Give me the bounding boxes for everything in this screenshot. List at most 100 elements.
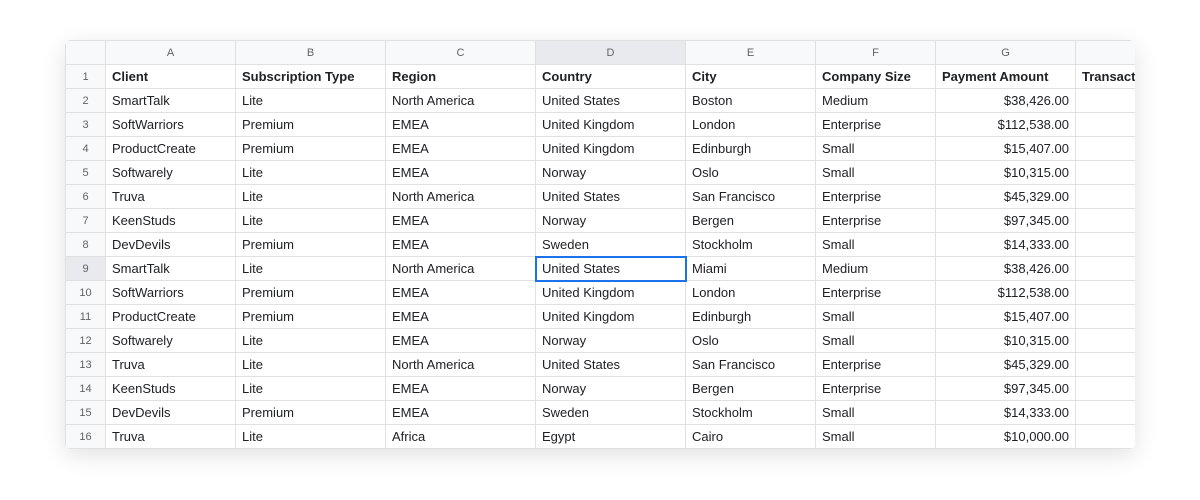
cell[interactable]: $97,345.00 (936, 209, 1076, 233)
cell[interactable]: Truva (106, 185, 236, 209)
row-header-9[interactable]: 9 (66, 257, 106, 281)
cell[interactable]: Norway (536, 377, 686, 401)
cell[interactable]: 10/1/2018 (1076, 137, 1136, 161)
cell[interactable]: $15,407.00 (936, 305, 1076, 329)
cell[interactable]: London (686, 113, 816, 137)
cell[interactable]: Small (816, 161, 936, 185)
cell[interactable]: KeenStuds (106, 209, 236, 233)
cell[interactable]: EMEA (386, 233, 536, 257)
header-cell[interactable]: Company Size (816, 65, 936, 89)
column-header-H[interactable]: H (1076, 41, 1136, 65)
cell[interactable]: San Francisco (686, 185, 816, 209)
cell[interactable]: Miami (686, 257, 816, 281)
cell[interactable]: Bergen (686, 209, 816, 233)
cell[interactable]: Medium (816, 257, 936, 281)
row-header-3[interactable]: 3 (66, 113, 106, 137)
cell[interactable]: KeenStuds (106, 377, 236, 401)
cell[interactable]: Lite (236, 425, 386, 449)
cell[interactable]: Premium (236, 401, 386, 425)
cell[interactable]: 10/1/2018 (1076, 113, 1136, 137)
row-header-2[interactable]: 2 (66, 89, 106, 113)
row-header-4[interactable]: 4 (66, 137, 106, 161)
header-cell[interactable]: Region (386, 65, 536, 89)
cell[interactable]: $10,000.00 (936, 425, 1076, 449)
cell[interactable]: Small (816, 329, 936, 353)
cell[interactable]: 11/1/2018 (1076, 353, 1136, 377)
cell[interactable]: Stockholm (686, 401, 816, 425)
cell[interactable]: Sweden (536, 401, 686, 425)
cell[interactable]: $45,329.00 (936, 353, 1076, 377)
row-header-15[interactable]: 15 (66, 401, 106, 425)
column-header-E[interactable]: E (686, 41, 816, 65)
cell[interactable]: 10/1/2018 (1076, 161, 1136, 185)
cell[interactable]: United States (536, 353, 686, 377)
cell[interactable]: $112,538.00 (936, 281, 1076, 305)
header-cell[interactable]: City (686, 65, 816, 89)
cell[interactable]: United States (536, 89, 686, 113)
cell[interactable]: Truva (106, 353, 236, 377)
cell[interactable]: SoftWarriors (106, 113, 236, 137)
cell[interactable]: 10/1/2018 (1076, 233, 1136, 257)
cell[interactable]: Enterprise (816, 185, 936, 209)
cell[interactable]: Lite (236, 329, 386, 353)
header-cell[interactable]: Payment Amount (936, 65, 1076, 89)
cell[interactable]: Small (816, 305, 936, 329)
cell[interactable]: SoftWarriors (106, 281, 236, 305)
cell[interactable]: United States (536, 257, 686, 281)
cell[interactable]: 10/1/2018 (1076, 185, 1136, 209)
cell[interactable]: EMEA (386, 209, 536, 233)
cell[interactable]: $14,333.00 (936, 401, 1076, 425)
cell[interactable]: Lite (236, 209, 386, 233)
cell[interactable]: $45,329.00 (936, 185, 1076, 209)
row-header-14[interactable]: 14 (66, 377, 106, 401)
cell[interactable]: Lite (236, 161, 386, 185)
cell[interactable]: North America (386, 89, 536, 113)
cell[interactable]: EMEA (386, 281, 536, 305)
cell[interactable]: Norway (536, 209, 686, 233)
cell[interactable]: $10,315.00 (936, 161, 1076, 185)
cell[interactable]: Oslo (686, 329, 816, 353)
cell[interactable]: Truva (106, 425, 236, 449)
cell[interactable]: Egypt (536, 425, 686, 449)
column-header-D[interactable]: D (536, 41, 686, 65)
column-header-G[interactable]: G (936, 41, 1076, 65)
cell[interactable]: Enterprise (816, 113, 936, 137)
cell[interactable]: San Francisco (686, 353, 816, 377)
cell[interactable]: 11/1/2018 (1076, 281, 1136, 305)
row-header-6[interactable]: 6 (66, 185, 106, 209)
row-header-7[interactable]: 7 (66, 209, 106, 233)
cell[interactable]: Lite (236, 185, 386, 209)
cell[interactable]: Small (816, 137, 936, 161)
row-header-10[interactable]: 10 (66, 281, 106, 305)
row-header-5[interactable]: 5 (66, 161, 106, 185)
cell[interactable]: Softwarely (106, 329, 236, 353)
column-header-F[interactable]: F (816, 41, 936, 65)
row-header-11[interactable]: 11 (66, 305, 106, 329)
cell[interactable]: Medium (816, 89, 936, 113)
cell[interactable]: EMEA (386, 305, 536, 329)
cell[interactable]: 11/1/2018 (1076, 377, 1136, 401)
header-cell[interactable]: Subscription Type (236, 65, 386, 89)
cell[interactable]: $112,538.00 (936, 113, 1076, 137)
cell[interactable]: United Kingdom (536, 281, 686, 305)
cell[interactable]: Norway (536, 329, 686, 353)
cell[interactable]: Small (816, 233, 936, 257)
cell[interactable]: EMEA (386, 113, 536, 137)
cell[interactable]: Boston (686, 89, 816, 113)
cell[interactable]: EMEA (386, 377, 536, 401)
cell[interactable]: United Kingdom (536, 137, 686, 161)
cell[interactable]: 10/1/2018 (1076, 209, 1136, 233)
header-cell[interactable]: Transaction Date (1076, 65, 1136, 89)
row-header-1[interactable]: 1 (66, 65, 106, 89)
cell[interactable]: DevDevils (106, 233, 236, 257)
cell[interactable]: $38,426.00 (936, 89, 1076, 113)
cell[interactable]: Lite (236, 353, 386, 377)
cell[interactable]: 12/1/2018 (1076, 425, 1136, 449)
cell[interactable]: Cairo (686, 425, 816, 449)
cell[interactable]: Norway (536, 161, 686, 185)
cell[interactable]: $38,426.00 (936, 257, 1076, 281)
cell[interactable]: $97,345.00 (936, 377, 1076, 401)
cell[interactable]: $15,407.00 (936, 137, 1076, 161)
cell[interactable]: 11/1/2018 (1076, 257, 1136, 281)
cell[interactable]: Africa (386, 425, 536, 449)
